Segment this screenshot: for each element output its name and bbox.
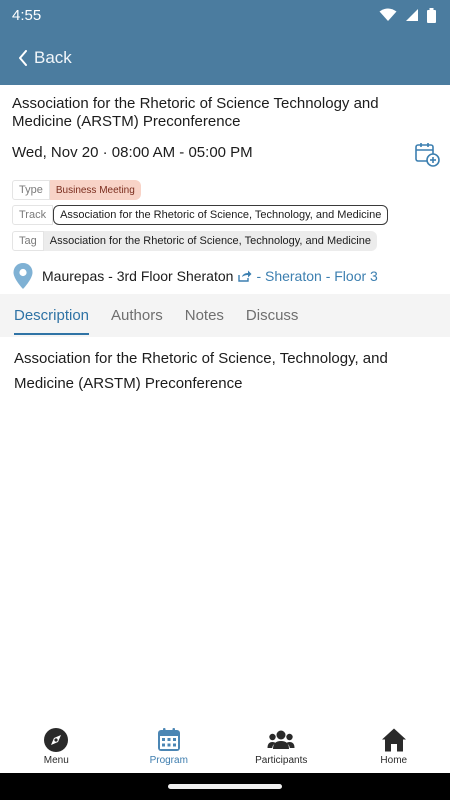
event-datetime: Wed, Nov 20 · 08:00 AM - 05:00 PM xyxy=(12,144,253,161)
battery-icon xyxy=(427,7,436,23)
event-location: Maurepas - 3rd Floor Sheraton - Sheraton… xyxy=(12,262,378,290)
tab-description[interactable]: Description xyxy=(0,294,100,337)
meta-track-key: Track xyxy=(12,205,54,225)
tab-notes[interactable]: Notes xyxy=(174,294,235,337)
nav-participants[interactable]: Participants xyxy=(225,723,338,773)
app-header: Back xyxy=(0,30,450,85)
signal-icon xyxy=(406,9,418,21)
event-title: Association for the Rhetoric of Science … xyxy=(12,95,379,130)
nav-participants-label: Participants xyxy=(255,755,308,766)
tag-badge[interactable]: Association for the Rhetoric of Science,… xyxy=(43,231,377,251)
nav-menu-label: Menu xyxy=(43,755,69,766)
tab-authors[interactable]: Authors xyxy=(100,294,174,337)
nav-program-label: Program xyxy=(149,755,188,766)
home-icon xyxy=(381,728,406,752)
type-badge[interactable]: Business Meeting xyxy=(49,180,141,200)
meta-track: Track Association for the Rhetoric of Sc… xyxy=(12,205,389,225)
location-room: Maurepas - 3rd Floor Sheraton xyxy=(42,268,234,284)
map-pin-icon xyxy=(13,263,33,289)
detail-tabs: Description Authors Notes Discuss xyxy=(0,294,450,337)
meta-type: Type Business Meeting xyxy=(12,180,141,200)
nav-home-label: Home xyxy=(380,755,408,766)
meta-tag-key: Tag xyxy=(12,231,44,251)
location-map-link[interactable]: - Sheraton - Floor 3 xyxy=(256,268,377,284)
status-icons xyxy=(379,7,436,23)
track-badge[interactable]: Association for the Rhetoric of Science,… xyxy=(53,205,389,225)
meta-type-key: Type xyxy=(12,180,50,200)
nav-menu[interactable]: Menu xyxy=(0,723,113,773)
chevron-left-icon xyxy=(19,49,27,66)
share-icon[interactable] xyxy=(238,270,252,282)
system-gesture-bar xyxy=(0,773,450,800)
tab-discuss[interactable]: Discuss xyxy=(235,294,310,337)
wifi-icon xyxy=(379,8,397,21)
calendar-icon xyxy=(157,728,180,751)
add-to-calendar-icon[interactable] xyxy=(414,141,440,167)
back-label: Back xyxy=(34,47,72,67)
bottom-nav: Menu Program Participants Home xyxy=(0,723,450,773)
description-text: Association for the Rhetoric of Science,… xyxy=(14,350,388,392)
people-icon xyxy=(267,730,295,749)
nav-program[interactable]: Program xyxy=(113,723,226,773)
back-button[interactable]: Back xyxy=(18,48,72,68)
compass-icon xyxy=(44,728,69,752)
status-bar: 4:55 xyxy=(0,0,450,30)
nav-home[interactable]: Home xyxy=(338,723,450,773)
status-time: 4:55 xyxy=(12,6,42,24)
home-gesture-handle[interactable] xyxy=(168,784,282,789)
meta-tag: Tag Association for the Rhetoric of Scie… xyxy=(12,231,377,251)
